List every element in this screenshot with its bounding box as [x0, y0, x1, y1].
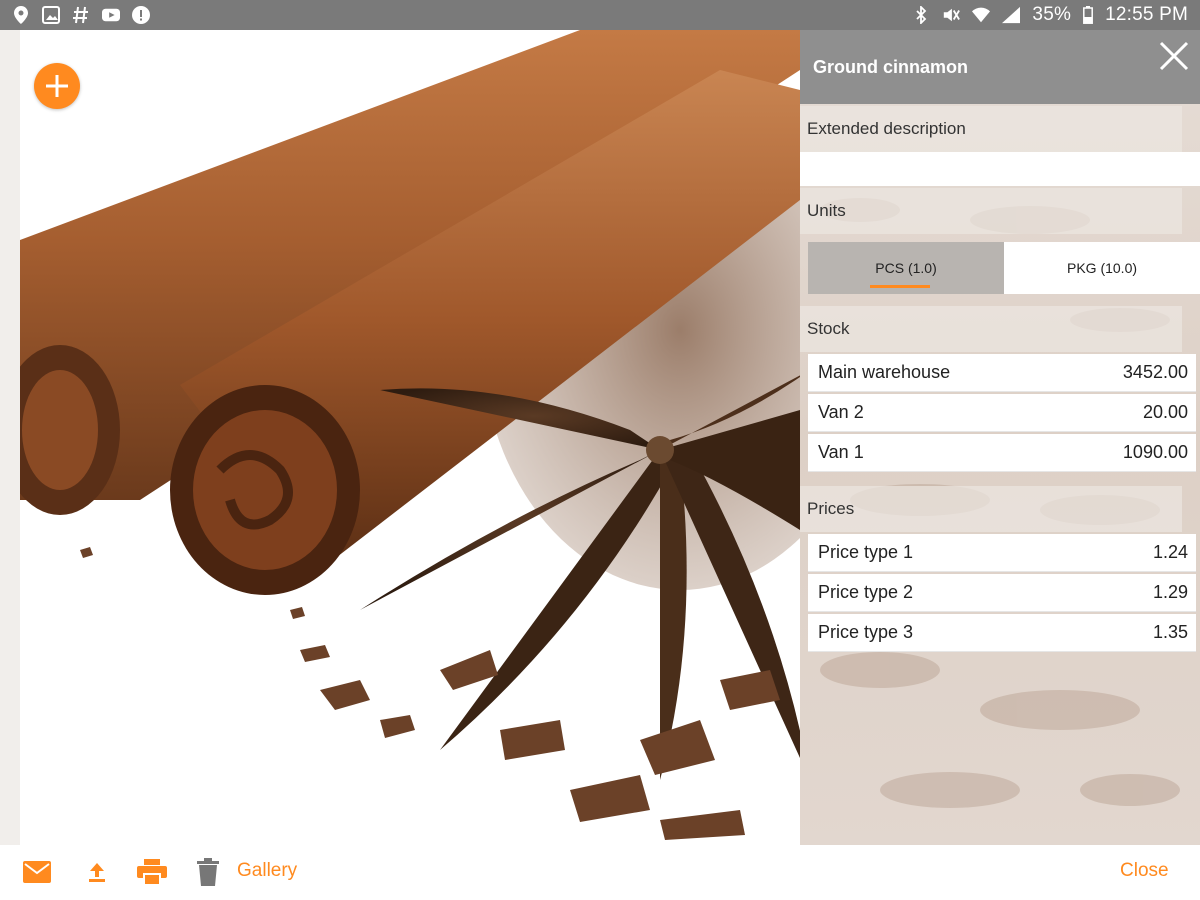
close-icon[interactable] [1158, 40, 1190, 72]
bluetooth-icon [912, 6, 930, 24]
price-row[interactable]: Price type 1 1.24 [808, 534, 1196, 572]
panel-header: Ground cinnamon [800, 30, 1200, 104]
close-button[interactable]: Close [1120, 860, 1169, 882]
status-bar-left [12, 6, 150, 24]
clock: 12:55 PM [1105, 4, 1188, 25]
section-extended-description: Extended description [800, 106, 1182, 152]
trash-icon [197, 858, 219, 886]
bottom-toolbar: Gallery Close [0, 845, 1200, 900]
section-prices: Prices [800, 486, 1182, 532]
email-button[interactable] [22, 857, 52, 887]
upload-button[interactable] [82, 857, 112, 887]
details-panel: Ground cinnamon Extended description Uni… [800, 30, 1200, 845]
product-image [20, 30, 800, 845]
price-row[interactable]: Price type 2 1.29 [808, 574, 1196, 612]
stock-quantity: 20.00 [1142, 402, 1188, 422]
stock-row[interactable]: Main warehouse 3452.00 [808, 354, 1196, 392]
price-type: Price type 1 [818, 542, 914, 562]
unit-tab-label: PCS (1.0) [875, 260, 937, 276]
price-value: 1.24 [1152, 542, 1188, 562]
extended-description-field[interactable] [800, 152, 1200, 186]
product-title: Ground cinnamon [813, 56, 968, 77]
price-value: 1.35 [1152, 622, 1188, 642]
price-row[interactable]: Price type 3 1.35 [808, 614, 1196, 652]
units-tabs: PCS (1.0) PKG (10.0) [808, 242, 1200, 294]
battery-percent: 35% [1032, 4, 1072, 25]
unit-tab-pkg[interactable]: PKG (10.0) [1004, 242, 1200, 294]
status-bar-right: 35% 12:55 PM [912, 4, 1188, 26]
add-button[interactable] [34, 63, 80, 109]
stock-location: Van 1 [818, 442, 864, 462]
mute-icon [942, 6, 961, 24]
unit-tab-label: PKG (10.0) [1066, 260, 1138, 276]
stock-quantity: 1090.00 [1122, 442, 1188, 462]
image-icon [42, 6, 60, 24]
stock-row[interactable]: Van 1 1090.00 [808, 434, 1196, 472]
product-photo[interactable] [0, 30, 800, 845]
youtube-icon [102, 6, 120, 24]
battery-icon [1083, 6, 1094, 24]
selected-unit-indicator [870, 285, 930, 288]
cinnamon-star-anise-image [20, 30, 800, 845]
unit-tab-pcs[interactable]: PCS (1.0) [808, 242, 1004, 294]
location-icon [12, 6, 30, 24]
print-button[interactable] [137, 857, 167, 887]
stock-row[interactable]: Van 2 20.00 [808, 394, 1196, 432]
price-type: Price type 3 [818, 622, 914, 642]
stock-location: Van 2 [818, 402, 864, 422]
stock-location: Main warehouse [818, 362, 951, 382]
print-icon [137, 859, 167, 885]
price-value: 1.29 [1152, 582, 1188, 602]
section-stock: Stock [800, 306, 1182, 352]
wifi-icon [972, 6, 991, 24]
plus-icon [46, 75, 68, 97]
status-bar: 35% 12:55 PM [0, 0, 1200, 30]
gallery-button[interactable]: Gallery [237, 860, 297, 882]
section-units: Units [800, 188, 1182, 234]
hash-icon [72, 6, 90, 24]
price-type: Price type 2 [818, 582, 914, 602]
email-icon [23, 861, 51, 883]
signal-icon [1002, 6, 1021, 24]
alert-icon [132, 6, 150, 24]
stock-quantity: 3452.00 [1122, 362, 1188, 382]
upload-icon [89, 863, 105, 882]
delete-button[interactable] [193, 857, 223, 887]
